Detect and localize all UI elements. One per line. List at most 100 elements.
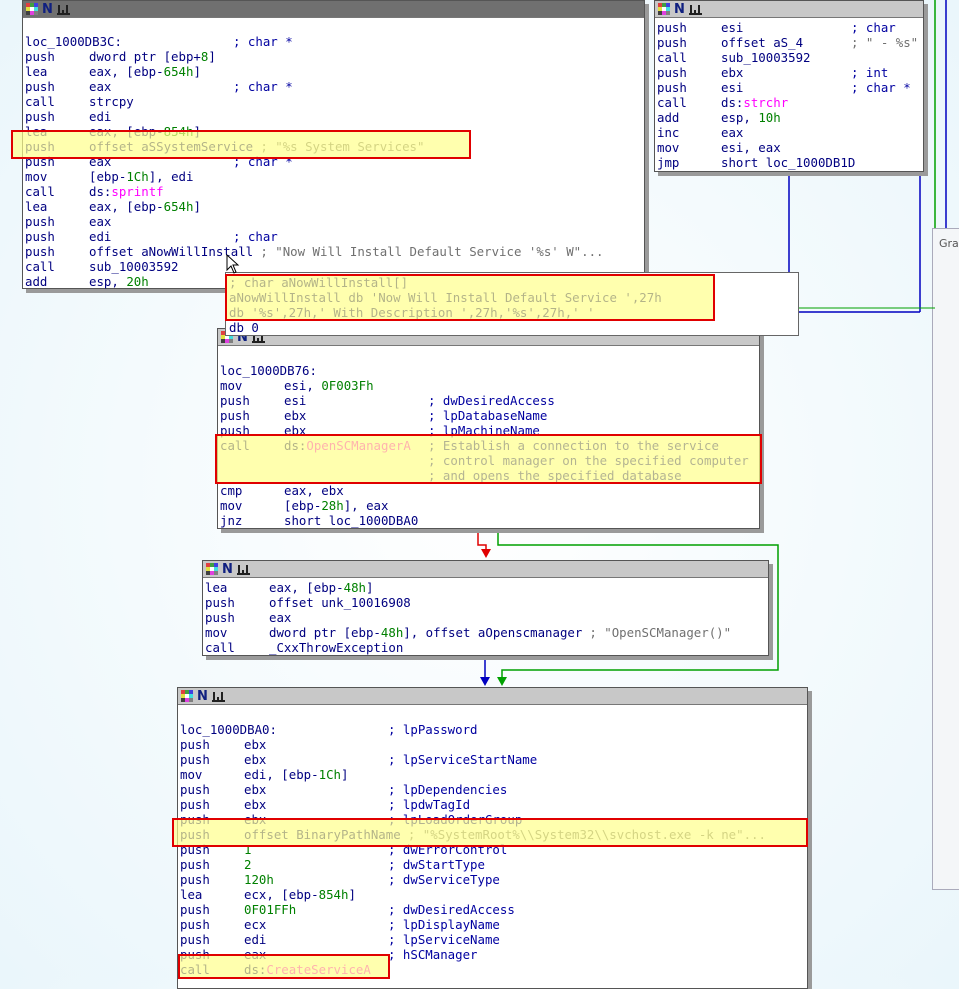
code-line[interactable]: mov [ebp-1Ch], edi bbox=[25, 169, 644, 184]
code-line[interactable]: jnz short loc_1000DBA0 bbox=[220, 513, 759, 528]
operand[interactable]: 120h bbox=[244, 872, 274, 887]
code-block-loc_1000DB76[interactable]: N loc_1000DB76: mov esi, 0F003Fh push esi; d… bbox=[217, 328, 760, 529]
operand[interactable]: edi bbox=[89, 229, 111, 244]
code-line[interactable]: add esp, 10h bbox=[657, 110, 923, 125]
code-line[interactable]: push eax bbox=[25, 214, 644, 229]
rename-icon[interactable]: N bbox=[222, 563, 233, 576]
code-line[interactable]: call _CxxThrowException bbox=[205, 640, 768, 655]
operand[interactable]: 2 bbox=[244, 857, 251, 872]
operand[interactable]: offset unk_10016908 bbox=[269, 595, 411, 610]
operand[interactable]: short loc_1000DB1D bbox=[721, 155, 855, 170]
code-line[interactable]: push ebx ; lpServiceStartName bbox=[180, 752, 807, 767]
code-line[interactable]: push esi ; char bbox=[657, 20, 923, 35]
code-line[interactable]: lea eax, [ebp-654h] bbox=[25, 199, 644, 214]
operand[interactable]: ebx bbox=[244, 752, 266, 767]
code-line[interactable]: push offset aNowWillInstall; "Now Will In… bbox=[25, 244, 644, 259]
operand[interactable]: esi bbox=[721, 80, 743, 95]
code-line[interactable]: jmp short loc_1000DB1D bbox=[657, 155, 923, 170]
rename-icon[interactable]: N bbox=[42, 3, 53, 16]
code-block-throw[interactable]: N lea eax, [ebp-48h] push offset unk_100169… bbox=[202, 560, 769, 656]
operand[interactable]: esp, 10h bbox=[721, 110, 781, 125]
operand[interactable]: ecx bbox=[244, 917, 266, 932]
code-line[interactable]: call strcpy bbox=[25, 94, 644, 109]
color-grid-icon[interactable] bbox=[26, 3, 38, 15]
operand[interactable]: esi, 0F003Fh bbox=[284, 378, 374, 393]
code-line[interactable]: inc eax bbox=[657, 125, 923, 140]
operand[interactable]: eax, [ebp-654h] bbox=[89, 199, 201, 214]
operand[interactable]: esi bbox=[284, 393, 306, 408]
operand[interactable]: esp, 20h bbox=[89, 274, 149, 289]
operand[interactable]: eax bbox=[721, 125, 743, 140]
code-line[interactable]: push ebx ; lpdwTagId bbox=[180, 797, 807, 812]
code-line[interactable]: mov edi, [ebp-1Ch] bbox=[180, 767, 807, 782]
rename-icon[interactable]: N bbox=[197, 690, 208, 703]
code-line[interactable]: mov esi, eax bbox=[657, 140, 923, 155]
code-line[interactable]: push eax bbox=[205, 610, 768, 625]
code-line[interactable]: push 2 ; dwStartType bbox=[180, 857, 807, 872]
operand[interactable]: strcpy bbox=[89, 94, 134, 109]
code-block-aS_4[interactable]: N push esi; char push offset aS_4; " - %s" c… bbox=[654, 0, 924, 172]
code-line[interactable]: push 120h ; dwServiceType bbox=[180, 872, 807, 887]
code-line[interactable]: push 0F01FFh ; dwDesiredAccess bbox=[180, 902, 807, 917]
operand[interactable]: dword ptr [ebp-48h], offset aOpenscmanag… bbox=[269, 625, 582, 640]
operand[interactable]: dword ptr [ebp+8] bbox=[89, 49, 216, 64]
color-grid-icon[interactable] bbox=[658, 3, 670, 15]
code-line[interactable]: call ds:strchr bbox=[657, 95, 923, 110]
group-icon[interactable] bbox=[236, 563, 251, 575]
code-line[interactable]: lea ecx, [ebp-854h] bbox=[180, 887, 807, 902]
group-icon[interactable] bbox=[56, 3, 71, 15]
code-line[interactable]: loc_1000DBA0: ; lpPassword bbox=[180, 722, 807, 737]
operand[interactable]: 0F01FFh bbox=[244, 902, 296, 917]
code-line[interactable]: loc_1000DB76: bbox=[220, 363, 759, 378]
code-line[interactable]: lea eax, [ebp-654h] bbox=[25, 64, 644, 79]
code-line[interactable]: push dword ptr [ebp+8] bbox=[25, 49, 644, 64]
code-line[interactable]: push offset unk_10016908 bbox=[205, 595, 768, 610]
operand[interactable]: ds:sprintf bbox=[89, 184, 164, 199]
operand[interactable]: eax, [ebp-654h] bbox=[89, 64, 201, 79]
operand[interactable]: sub_10003592 bbox=[721, 50, 811, 65]
operand[interactable]: ebx bbox=[244, 797, 266, 812]
operand[interactable]: edi, [ebp-1Ch] bbox=[244, 767, 348, 782]
operand[interactable]: sub_10003592 bbox=[89, 259, 179, 274]
operand[interactable]: [ebp-1Ch], edi bbox=[89, 169, 193, 184]
code-line[interactable]: push offset aS_4 ; " - %s" bbox=[657, 35, 923, 50]
operand[interactable]: ebx bbox=[244, 737, 266, 752]
operand[interactable]: edi bbox=[244, 932, 266, 947]
operand[interactable]: [ebp-28h], eax bbox=[284, 498, 388, 513]
operand[interactable]: _CxxThrowException bbox=[269, 640, 403, 655]
code-line[interactable]: call ds:sprintf bbox=[25, 184, 644, 199]
code-line[interactable]: call sub_10003592 bbox=[657, 50, 923, 65]
code-line[interactable]: push ebx ; lpDependencies bbox=[180, 782, 807, 797]
code-line[interactable]: push esi ; dwDesiredAccess bbox=[220, 393, 759, 408]
code-line[interactable]: push esi ; char * bbox=[657, 80, 923, 95]
operand[interactable]: ds:strchr bbox=[721, 95, 788, 110]
group-icon[interactable] bbox=[688, 3, 703, 15]
operand[interactable]: eax bbox=[89, 79, 111, 94]
operand[interactable]: ebx bbox=[284, 408, 306, 423]
operand[interactable]: esi, eax bbox=[721, 140, 781, 155]
operand[interactable]: offset aS_4 bbox=[721, 35, 803, 50]
code-line[interactable]: mov dword ptr [ebp-48h], offset aOpenscma… bbox=[205, 625, 768, 640]
operand[interactable]: eax, ebx bbox=[284, 483, 344, 498]
code-line[interactable]: push edi ; lpServiceName bbox=[180, 932, 807, 947]
code-line[interactable]: push eax ; char * bbox=[25, 79, 644, 94]
code-line[interactable]: push ebx ; lpDatabaseName bbox=[220, 408, 759, 423]
operand[interactable]: eax, [ebp-48h] bbox=[269, 580, 373, 595]
code-line[interactable]: mov [ebp-28h], eax bbox=[220, 498, 759, 513]
operand[interactable]: ebx bbox=[721, 65, 743, 80]
color-grid-icon[interactable] bbox=[181, 690, 193, 702]
operand[interactable]: ebx bbox=[244, 782, 266, 797]
operand[interactable]: eax bbox=[89, 214, 111, 229]
code-line[interactable]: push edi ; char bbox=[25, 229, 644, 244]
code-line[interactable]: lea eax, [ebp-48h] bbox=[205, 580, 768, 595]
operand[interactable]: short loc_1000DBA0 bbox=[284, 513, 418, 528]
code-line[interactable]: push ebx bbox=[180, 737, 807, 752]
code-line[interactable]: push edi bbox=[25, 109, 644, 124]
code-line[interactable]: mov esi, 0F003Fh bbox=[220, 378, 759, 393]
operand[interactable]: ecx, [ebp-854h] bbox=[244, 887, 356, 902]
code-line[interactable]: push ecx ; lpDisplayName bbox=[180, 917, 807, 932]
code-line[interactable]: loc_1000DB3C: ; char * bbox=[25, 34, 644, 49]
code-line[interactable]: cmp eax, ebx bbox=[220, 483, 759, 498]
rename-icon[interactable]: N bbox=[674, 3, 685, 16]
color-grid-icon[interactable] bbox=[206, 563, 218, 575]
